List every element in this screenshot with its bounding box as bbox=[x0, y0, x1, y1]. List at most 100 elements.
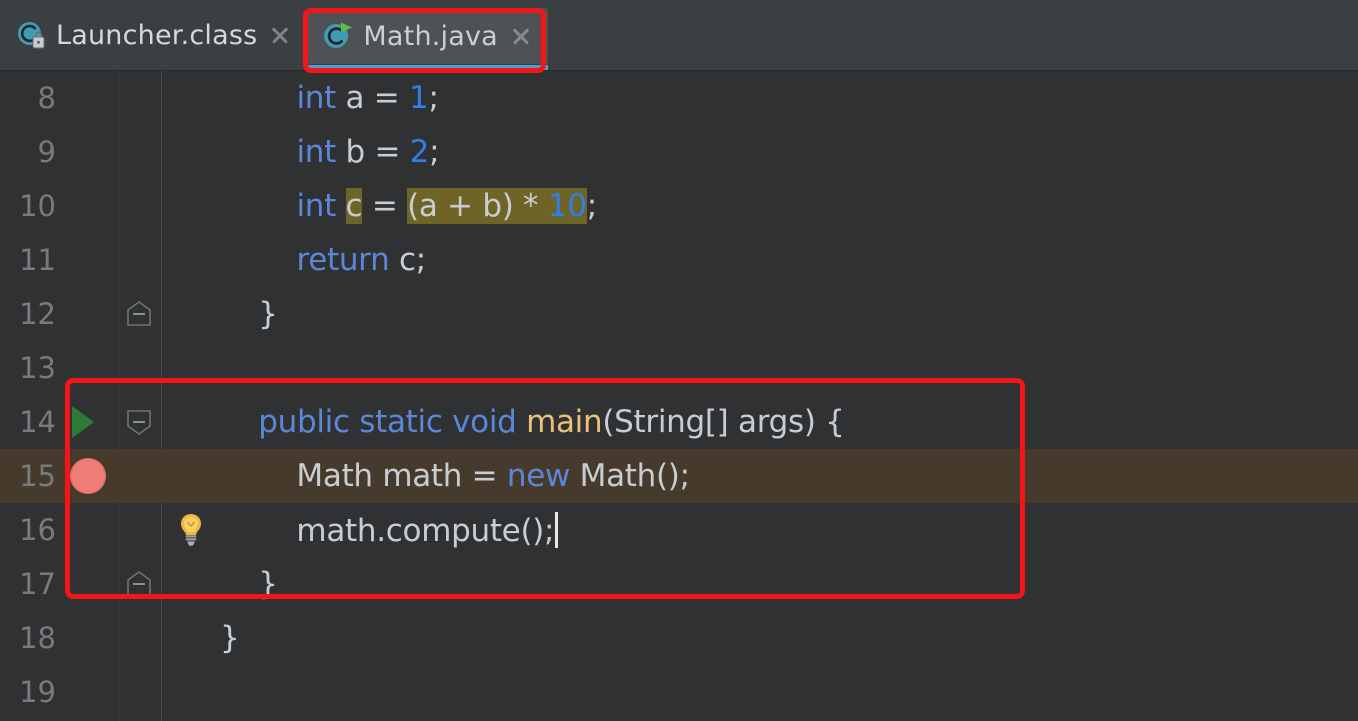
breakpoint-icon[interactable] bbox=[70, 458, 106, 494]
code-text[interactable]: int a = 1; bbox=[220, 80, 1358, 116]
editor-line[interactable]: 11 return c; bbox=[0, 233, 1358, 287]
code-token: Math(); bbox=[570, 458, 690, 494]
editor-line[interactable]: 16 math.compute(); bbox=[0, 503, 1358, 557]
fold-marker-area[interactable] bbox=[118, 557, 160, 611]
java-class-locked-icon bbox=[16, 20, 46, 50]
gutter-marker-area[interactable] bbox=[56, 395, 118, 449]
line-number: 9 bbox=[37, 135, 56, 169]
intention-hint-area[interactable] bbox=[160, 179, 220, 233]
intention-hint-area[interactable] bbox=[160, 449, 220, 503]
line-number: 16 bbox=[19, 513, 56, 547]
line-number: 19 bbox=[19, 675, 56, 709]
editor-line[interactable]: 12 } bbox=[0, 287, 1358, 341]
code-token: c bbox=[345, 188, 363, 224]
close-icon[interactable] bbox=[267, 22, 293, 48]
code-text[interactable]: } bbox=[220, 620, 1358, 656]
java-class-runnable-icon bbox=[323, 21, 353, 51]
fold-marker-area[interactable] bbox=[118, 665, 160, 719]
code-text[interactable]: math.compute(); bbox=[220, 511, 1358, 549]
line-number: 17 bbox=[19, 567, 56, 601]
fold-marker-area[interactable] bbox=[118, 179, 160, 233]
intention-hint-area[interactable] bbox=[160, 71, 220, 125]
code-token: main bbox=[526, 404, 603, 440]
lightbulb-icon[interactable] bbox=[172, 511, 210, 549]
gutter-marker-area[interactable] bbox=[56, 503, 118, 557]
text-caret bbox=[555, 511, 559, 548]
code-text[interactable]: int c = (a + b) * 10; bbox=[220, 188, 1358, 224]
code-token: c; bbox=[389, 242, 426, 278]
gutter-marker-area[interactable] bbox=[56, 287, 118, 341]
editor-line[interactable]: 13 bbox=[0, 341, 1358, 395]
fold-marker-area[interactable] bbox=[118, 71, 160, 125]
gutter-marker-area[interactable] bbox=[56, 557, 118, 611]
intention-hint-area[interactable] bbox=[160, 125, 220, 179]
fold-marker-area[interactable] bbox=[118, 287, 160, 341]
run-arrow-icon[interactable] bbox=[72, 406, 94, 438]
intention-hint-area[interactable] bbox=[160, 233, 220, 287]
code-editor[interactable]: 8 int a = 1; 9 int b = 2; 10 int c = (a + … bbox=[0, 71, 1358, 721]
line-number: 13 bbox=[19, 351, 56, 385]
gutter-marker-area[interactable] bbox=[56, 611, 118, 665]
code-fold-icon[interactable] bbox=[124, 299, 154, 329]
code-token: a = bbox=[335, 80, 409, 116]
fold-marker-area[interactable] bbox=[118, 341, 160, 395]
intention-hint-area[interactable] bbox=[160, 503, 220, 557]
code-fold-icon[interactable] bbox=[124, 407, 154, 437]
editor-line[interactable]: 18} bbox=[0, 611, 1358, 665]
code-token: } bbox=[220, 620, 240, 656]
ide-window: Launcher.class Math.java 8 int a = 1; 9 i… bbox=[0, 0, 1358, 721]
intention-hint-area[interactable] bbox=[160, 611, 220, 665]
editor-line[interactable]: 9 int b = 2; bbox=[0, 125, 1358, 179]
editor-line[interactable]: 14 public static void main(String[] args… bbox=[0, 395, 1358, 449]
fold-marker-area[interactable] bbox=[118, 611, 160, 665]
gutter-marker-area[interactable] bbox=[56, 179, 118, 233]
code-token: 10 bbox=[547, 188, 587, 224]
tab-math-java[interactable]: Math.java bbox=[307, 8, 548, 70]
intention-hint-area[interactable] bbox=[160, 287, 220, 341]
editor-line[interactable]: 10 int c = (a + b) * 10; bbox=[0, 179, 1358, 233]
fold-marker-area[interactable] bbox=[118, 395, 160, 449]
gutter-marker-area[interactable] bbox=[56, 341, 118, 395]
gutter-marker-area[interactable] bbox=[56, 125, 118, 179]
code-token: Math math = bbox=[220, 458, 507, 494]
gutter-marker-area[interactable] bbox=[56, 449, 118, 503]
fold-marker-area[interactable] bbox=[118, 449, 160, 503]
fold-marker-area[interactable] bbox=[118, 125, 160, 179]
code-token: math.compute(); bbox=[220, 512, 555, 549]
tab-label: Launcher.class bbox=[56, 19, 258, 51]
code-text[interactable]: return c; bbox=[220, 242, 1358, 278]
gutter-marker-area[interactable] bbox=[56, 71, 118, 125]
code-fold-icon[interactable] bbox=[124, 569, 154, 599]
intention-hint-area[interactable] bbox=[160, 395, 220, 449]
intention-hint-area[interactable] bbox=[160, 557, 220, 611]
fold-marker-area[interactable] bbox=[118, 503, 160, 557]
editor-line[interactable]: 15 Math math = new Math(); bbox=[0, 449, 1358, 503]
code-token: public static void bbox=[258, 404, 527, 440]
code-token: return bbox=[296, 242, 390, 278]
gutter-marker-area[interactable] bbox=[56, 665, 118, 719]
code-token: new bbox=[506, 458, 571, 494]
line-number: 15 bbox=[19, 459, 56, 493]
code-text[interactable]: public static void main(String[] args) { bbox=[220, 404, 1358, 440]
code-text[interactable]: } bbox=[220, 296, 1358, 332]
code-text[interactable]: int b = 2; bbox=[220, 134, 1358, 170]
editor-line[interactable]: 17 } bbox=[0, 557, 1358, 611]
intention-hint-area[interactable] bbox=[160, 341, 220, 395]
code-token: (a + b) * bbox=[407, 188, 548, 224]
code-text[interactable]: } bbox=[220, 566, 1358, 602]
intention-hint-area[interactable] bbox=[160, 665, 220, 719]
line-number: 14 bbox=[19, 405, 56, 439]
code-token: int bbox=[296, 134, 336, 170]
close-icon[interactable] bbox=[508, 23, 534, 49]
tab-launcher-class[interactable]: Launcher.class bbox=[0, 0, 308, 70]
code-token: (String[] args) { bbox=[602, 404, 845, 440]
gutter-marker-area[interactable] bbox=[56, 233, 118, 287]
code-text[interactable]: Math math = new Math(); bbox=[220, 458, 1358, 494]
fold-marker-area[interactable] bbox=[118, 233, 160, 287]
editor-line[interactable]: 8 int a = 1; bbox=[0, 71, 1358, 125]
editor-line[interactable]: 19 bbox=[0, 665, 1358, 719]
